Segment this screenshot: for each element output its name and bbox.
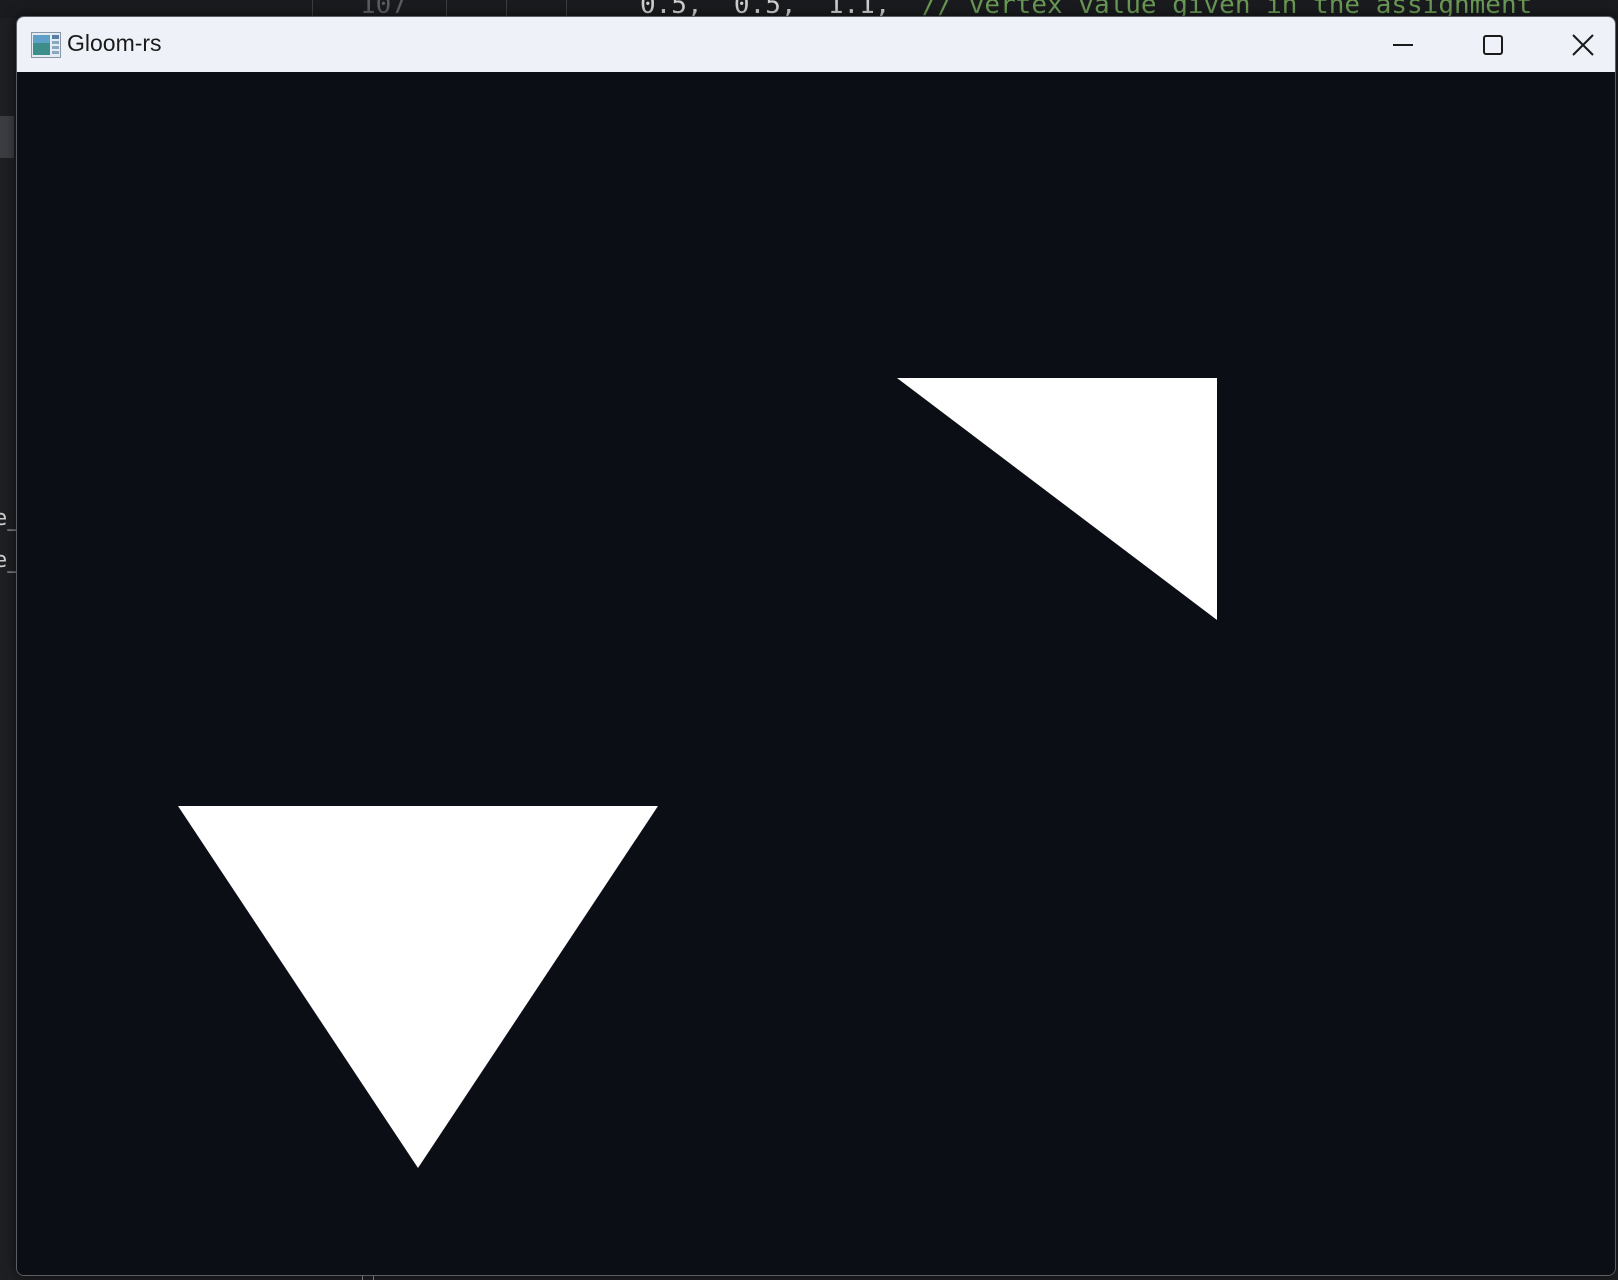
render-canvas[interactable]: [17, 72, 1615, 1275]
maximize-icon: [1482, 34, 1504, 56]
inverted-triangle: [178, 806, 658, 1168]
minimize-icon: [1392, 34, 1414, 56]
right-triangle: [897, 378, 1217, 620]
maximize-button[interactable]: [1447, 17, 1539, 72]
scene-svg: [178, 378, 1217, 1168]
editor-left-marker: [0, 116, 14, 158]
close-icon: [1571, 33, 1595, 57]
minimize-button[interactable]: [1357, 17, 1449, 72]
window-app-icon: [31, 32, 61, 58]
app-window: Gloom-rs: [16, 16, 1616, 1276]
window-titlebar[interactable]: Gloom-rs: [17, 17, 1615, 72]
window-title: Gloom-rs: [67, 30, 162, 56]
close-button[interactable]: [1537, 17, 1615, 72]
